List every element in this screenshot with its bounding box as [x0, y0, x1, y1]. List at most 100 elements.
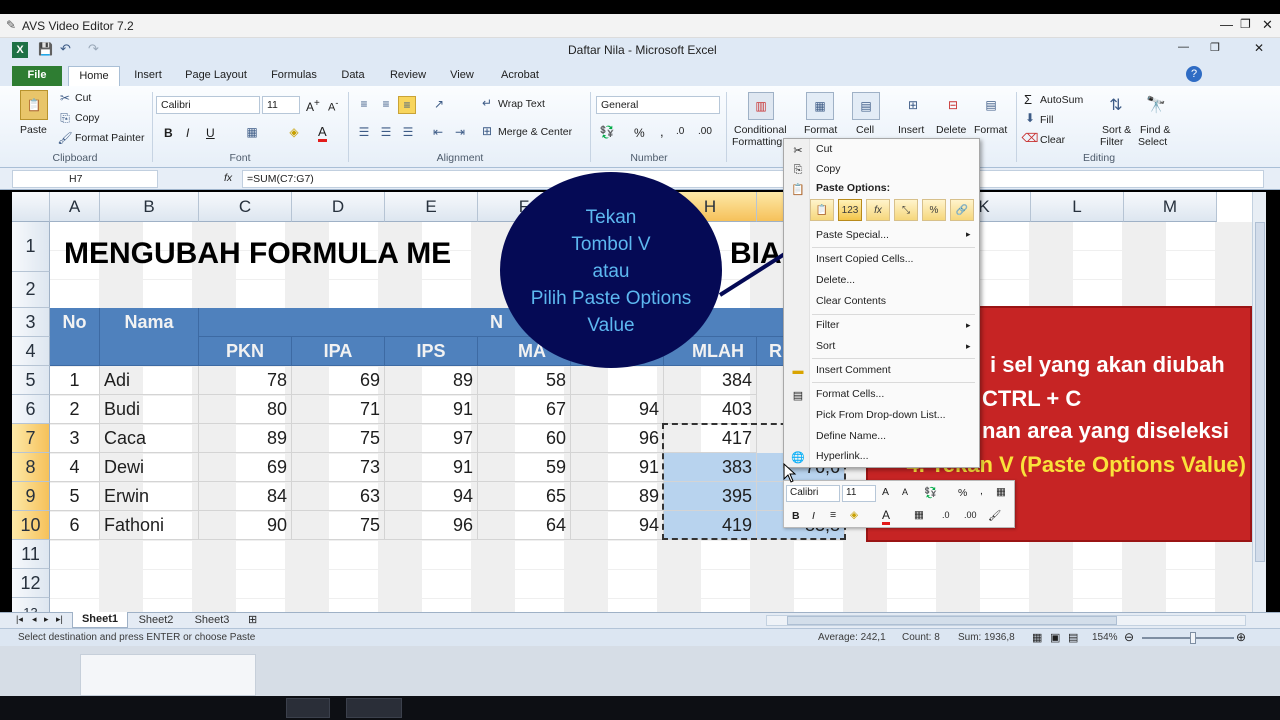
column-header-e[interactable]: E	[385, 192, 478, 222]
borders-icon[interactable]: ▦	[244, 124, 260, 140]
row-header[interactable]: 3	[12, 308, 50, 337]
taskbar-button[interactable]	[286, 698, 330, 718]
cell-nama[interactable]: Caca	[100, 424, 199, 453]
excel-close-button[interactable]: ✕	[1254, 41, 1264, 55]
header-pkn[interactable]: PKN	[199, 337, 292, 366]
conditional-formatting-icon[interactable]: ▥	[748, 92, 774, 120]
column-header-d[interactable]: D	[292, 192, 385, 222]
row-header[interactable]: 8	[12, 453, 50, 482]
align-right-icon[interactable]: ☰	[400, 124, 416, 140]
excel-minimize-button[interactable]: —	[1178, 41, 1189, 53]
cell-styles-button[interactable]: Cell	[856, 124, 874, 136]
zoom-in-icon[interactable]: ⊕	[1236, 630, 1246, 644]
cell-no[interactable]: 4	[50, 453, 100, 482]
row-header[interactable]: 9	[12, 482, 50, 511]
cell-ipa[interactable]: 63	[292, 482, 385, 511]
clear-button[interactable]: Clear	[1040, 134, 1065, 146]
paste-values-button[interactable]: 123	[838, 199, 862, 221]
outer-minimize-button[interactable]: —	[1220, 17, 1233, 32]
horizontal-scrollbar[interactable]	[766, 615, 1246, 626]
menu-copy[interactable]: Copy	[816, 163, 841, 175]
horizontal-scroll-thumb[interactable]	[787, 616, 1117, 625]
save-icon[interactable]: 💾	[38, 42, 53, 56]
insert-cells-icon[interactable]: ⊞	[900, 92, 926, 118]
tab-page-layout[interactable]: Page Layout	[180, 66, 252, 86]
header-ips[interactable]: IPS	[385, 337, 478, 366]
autosum-button[interactable]: AutoSum	[1040, 94, 1083, 106]
name-box[interactable]: H7	[12, 170, 158, 188]
cell-nama[interactable]: Erwin	[100, 482, 199, 511]
sheet-nav-next-icon[interactable]: ▸	[44, 614, 49, 625]
font-size-combo[interactable]: 11	[262, 96, 300, 114]
cell-ipa[interactable]: 75	[292, 511, 385, 540]
vertical-scrollbar[interactable]	[1252, 192, 1266, 612]
help-icon[interactable]: ?	[1186, 66, 1202, 82]
cell-ipa[interactable]: 69	[292, 366, 385, 395]
mini-italic-button[interactable]: I	[812, 510, 815, 522]
sort-filter-icon[interactable]: ⇅	[1102, 90, 1130, 120]
align-middle-icon[interactable]: ≡	[378, 96, 394, 112]
cell-mat[interactable]: 64	[478, 511, 571, 540]
tab-data[interactable]: Data	[334, 66, 372, 86]
mini-format-painter-icon[interactable]: ▦	[996, 486, 1006, 498]
row-header[interactable]: 6	[12, 395, 50, 424]
tab-formulas[interactable]: Formulas	[262, 66, 326, 86]
cell-nama[interactable]: Budi	[100, 395, 199, 424]
cell-no[interactable]: 2	[50, 395, 100, 424]
format-painter-button[interactable]: Format Painter	[75, 132, 144, 144]
vertical-scroll-thumb[interactable]	[1255, 222, 1265, 562]
zoom-level[interactable]: 154%	[1092, 632, 1118, 643]
cell-g[interactable]	[571, 366, 664, 395]
menu-delete[interactable]: Delete...	[816, 274, 855, 286]
mini-fill-color-icon[interactable]: ◈	[850, 509, 858, 521]
cell-mat[interactable]: 59	[478, 453, 571, 482]
delete-cells-icon[interactable]: ⊟	[940, 92, 966, 118]
percent-button[interactable]: %	[634, 126, 645, 140]
mini-size-combo[interactable]: 11	[842, 485, 876, 502]
paste-formulas-button[interactable]: fx	[866, 199, 890, 221]
paste-icon[interactable]: 📋	[20, 90, 48, 120]
sheet-nav-last-icon[interactable]: ▸|	[56, 614, 63, 625]
zoom-out-icon[interactable]: ⊖	[1124, 630, 1134, 644]
mini-font-combo[interactable]: Calibri	[786, 485, 840, 502]
mini-currency-icon[interactable]: 💱	[924, 486, 937, 499]
taskbar-button[interactable]	[346, 698, 402, 718]
sheet-title[interactable]: MENGUBAH FORMULA ME	[64, 236, 451, 272]
decrease-indent-icon[interactable]: ⇤	[430, 124, 446, 140]
cell-ips[interactable]: 91	[385, 453, 478, 482]
column-header-c[interactable]: C	[199, 192, 292, 222]
sheet-tab-sheet2[interactable]: Sheet2	[132, 613, 180, 628]
cell-ips[interactable]: 91	[385, 395, 478, 424]
paste-button[interactable]: Paste	[20, 124, 47, 136]
comma-button[interactable]: ,	[660, 124, 664, 139]
menu-define-name[interactable]: Define Name...	[816, 430, 886, 442]
cell-no[interactable]: 6	[50, 511, 100, 540]
tab-insert[interactable]: Insert	[126, 66, 170, 86]
excel-maximize-button[interactable]: ❐	[1210, 41, 1220, 54]
row-header[interactable]: 13	[12, 598, 50, 612]
cut-button[interactable]: Cut	[75, 92, 91, 104]
align-top-icon[interactable]: ≡	[356, 96, 372, 112]
delete-cells-button[interactable]: Delete	[936, 124, 966, 136]
format-cells-button[interactable]: Format	[974, 124, 1007, 136]
mini-font-color-icon[interactable]: A	[882, 508, 891, 525]
fill-color-icon[interactable]: ◈	[286, 124, 302, 140]
row-header[interactable]: 11	[12, 540, 50, 569]
orientation-icon[interactable]: ↗	[430, 96, 448, 112]
fill-button[interactable]: Fill	[1040, 114, 1053, 126]
mini-shrink-font-icon[interactable]: A	[902, 487, 908, 497]
select-all-corner[interactable]	[12, 192, 50, 222]
paste-link-button[interactable]: 🔗	[950, 199, 974, 221]
outer-close-button[interactable]: ✕	[1262, 17, 1273, 33]
number-format-combo[interactable]: General	[596, 96, 720, 114]
page-layout-view-icon[interactable]: ▣	[1050, 631, 1060, 644]
cell-pkn[interactable]: 69	[199, 453, 292, 482]
normal-view-icon[interactable]: ▦	[1032, 631, 1042, 644]
undo-icon[interactable]: ↶	[60, 41, 71, 57]
cell-pkn[interactable]: 90	[199, 511, 292, 540]
mini-borders-icon[interactable]: ▦	[914, 509, 924, 521]
paste-formatting-button[interactable]: %	[922, 199, 946, 221]
mini-decrease-decimal-icon[interactable]: .00	[964, 510, 977, 520]
align-left-icon[interactable]: ☰	[356, 124, 372, 140]
cell-mat[interactable]: 58	[478, 366, 571, 395]
